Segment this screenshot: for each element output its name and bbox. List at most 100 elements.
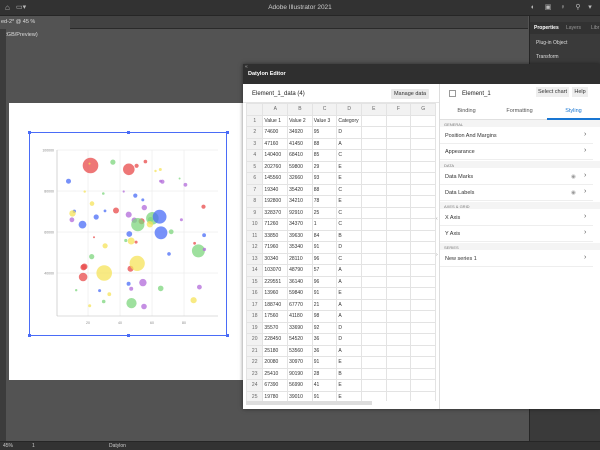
grid-cell[interactable]: 67770	[287, 298, 313, 311]
column-header[interactable]: D	[336, 103, 362, 116]
grid-cell[interactable]	[410, 183, 436, 196]
grid-cell[interactable]: 29	[311, 160, 338, 173]
grid-cell[interactable]: 93	[311, 172, 338, 185]
row-number[interactable]: 7	[246, 183, 264, 196]
grid-cell[interactable]	[385, 149, 412, 162]
grid-cell[interactable]	[385, 264, 412, 277]
grid-cell[interactable]: 35420	[287, 183, 313, 196]
grid-cell[interactable]	[410, 195, 436, 208]
grid-cell[interactable]	[360, 264, 387, 277]
row-number[interactable]: 23	[246, 367, 264, 380]
grid-cell[interactable]: A	[336, 137, 362, 150]
grid-cell[interactable]	[385, 275, 412, 288]
transform-section[interactable]: Transform	[536, 54, 559, 60]
grid-cell[interactable]	[385, 195, 412, 208]
grid-cell[interactable]	[385, 183, 412, 196]
grid-cell[interactable]: 91	[311, 287, 338, 300]
grid-cell[interactable]: 36140	[287, 275, 313, 288]
grid-cell[interactable]	[410, 356, 436, 369]
grid-cell[interactable]: E	[336, 172, 362, 185]
grid-cell[interactable]	[410, 321, 436, 334]
grid-cell[interactable]	[360, 126, 387, 139]
grid-cell[interactable]	[360, 160, 387, 173]
grid-corner[interactable]	[246, 103, 264, 116]
grid-cell[interactable]: D	[336, 126, 362, 139]
grid-cell[interactable]: A	[336, 264, 362, 277]
grid-cell[interactable]	[360, 356, 387, 369]
grid-cell[interactable]: 103070	[262, 264, 289, 277]
editor-title-bar[interactable]: « Datylon Editor	[243, 64, 600, 84]
grid-cell[interactable]: C	[336, 206, 362, 219]
grid-cell[interactable]	[410, 298, 436, 311]
grid-cell[interactable]: Category	[336, 114, 362, 127]
grid-cell[interactable]: A	[336, 344, 362, 357]
row-number[interactable]: 13	[246, 252, 264, 265]
grid-cell[interactable]	[410, 241, 436, 254]
column-header[interactable]: A	[262, 103, 289, 116]
grid-cell[interactable]: 41	[311, 379, 338, 392]
grid-cell[interactable]	[410, 149, 436, 162]
grid-cell[interactable]	[385, 172, 412, 185]
grid-cell[interactable]	[360, 229, 387, 242]
selection-handle[interactable]	[28, 131, 31, 134]
grid-cell[interactable]	[385, 160, 412, 173]
grid-cell[interactable]: 68410	[287, 149, 313, 162]
grid-cell[interactable]: E	[336, 195, 362, 208]
grid-cell[interactable]	[410, 390, 436, 401]
grid-cell[interactable]: 17560	[262, 310, 289, 323]
grid-cell[interactable]	[385, 218, 412, 231]
cloud-icon[interactable]: ◐	[528, 3, 538, 13]
row-number[interactable]: 2	[246, 126, 264, 139]
grid-cell[interactable]: 53560	[287, 344, 313, 357]
grid-cell[interactable]: 98	[311, 310, 338, 323]
grid-cell[interactable]: 34210	[287, 195, 313, 208]
row-number[interactable]: 3	[246, 137, 264, 150]
grid-cell[interactable]	[410, 172, 436, 185]
row-series-1[interactable]: New series 1 ›	[440, 252, 593, 267]
row-x-axis[interactable]: X Axis ›	[440, 211, 593, 226]
column-header[interactable]: C	[311, 103, 338, 116]
search-icon[interactable]: ⚲	[573, 3, 583, 13]
row-number[interactable]: 21	[246, 344, 264, 357]
grid-cell[interactable]	[385, 206, 412, 219]
grid-cell[interactable]: 25410	[262, 367, 289, 380]
grid-cell[interactable]	[360, 172, 387, 185]
grid-cell[interactable]	[410, 160, 436, 173]
grid-cell[interactable]: A	[336, 275, 362, 288]
share-icon[interactable]: ▣	[543, 3, 553, 13]
tab-formatting[interactable]: Formatting	[493, 103, 546, 120]
row-number[interactable]: 17	[246, 298, 264, 311]
grid-cell[interactable]	[410, 218, 436, 231]
grid-cell[interactable]: 33690	[287, 321, 313, 334]
zoom-level[interactable]: 45%	[3, 443, 13, 449]
grid-cell[interactable]: 95	[311, 126, 338, 139]
row-number[interactable]: 20	[246, 333, 264, 346]
grid-cell[interactable]	[385, 310, 412, 323]
grid-cell[interactable]	[360, 114, 387, 127]
row-number[interactable]: 24	[246, 379, 264, 392]
grid-cell[interactable]: 28	[311, 367, 338, 380]
grid-cell[interactable]	[360, 310, 387, 323]
eye-icon[interactable]: ◉	[571, 174, 576, 180]
row-number[interactable]: 1	[246, 114, 264, 127]
grid-cell[interactable]: 96	[311, 275, 338, 288]
workspace-menu-icon[interactable]: ▾	[585, 3, 595, 13]
grid-cell[interactable]: 140400	[262, 149, 289, 162]
row-number[interactable]: 8	[246, 195, 264, 208]
grid-cell[interactable]: E	[336, 379, 362, 392]
row-number[interactable]: 12	[246, 241, 264, 254]
grid-cell[interactable]: 13960	[262, 287, 289, 300]
data-table[interactable]: A B C D E F G 1 Value 1 Value 2 Value 3 Category 2 74…	[246, 103, 436, 401]
row-position-margins[interactable]: Position And Margins ›	[440, 129, 593, 144]
selection-handle[interactable]	[226, 334, 229, 337]
grid-cell[interactable]: 88	[311, 137, 338, 150]
grid-cell[interactable]: 35570	[262, 321, 289, 334]
grid-cell[interactable]	[360, 333, 387, 346]
grid-cell[interactable]: 202760	[262, 160, 289, 173]
grid-cell[interactable]	[410, 126, 436, 139]
tab-layers[interactable]: Layers	[566, 22, 581, 34]
horizontal-scrollbar[interactable]	[246, 401, 372, 405]
row-number[interactable]: 15	[246, 275, 264, 288]
grid-cell[interactable]	[360, 298, 387, 311]
grid-cell[interactable]: 59800	[287, 160, 313, 173]
